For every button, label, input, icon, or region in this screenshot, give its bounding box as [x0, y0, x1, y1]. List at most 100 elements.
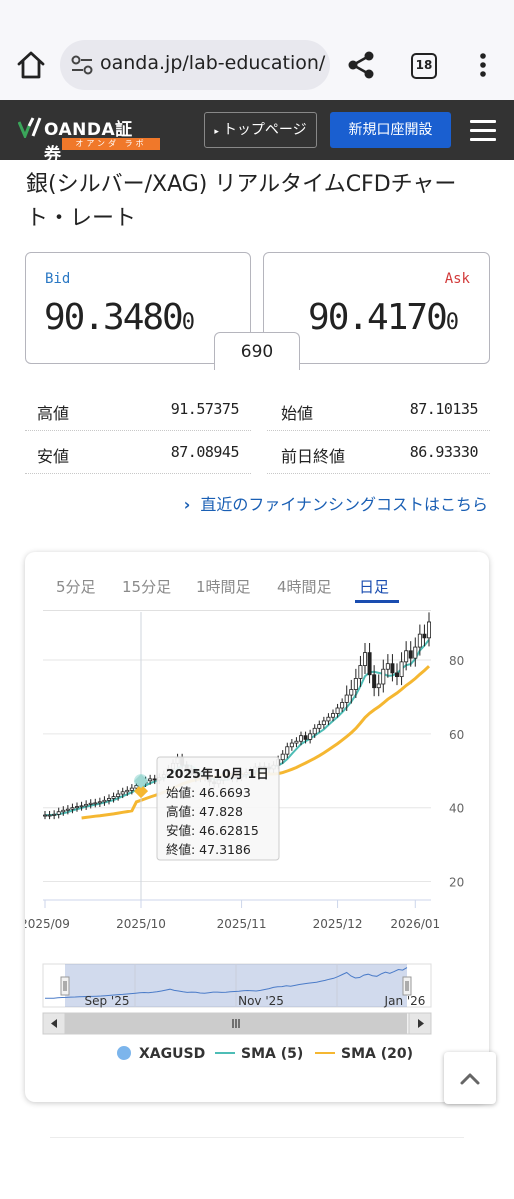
- oanda-logo[interactable]: OANDA証券 オアンダ ラボ: [18, 114, 160, 165]
- candle[interactable]: [353, 678, 358, 690]
- share-icon[interactable]: [346, 50, 376, 80]
- candle[interactable]: [70, 807, 75, 810]
- navigator-handle[interactable]: [60, 976, 70, 996]
- candle[interactable]: [120, 791, 125, 795]
- navigator-label: Nov '25: [238, 994, 284, 1008]
- candle[interactable]: [376, 683, 381, 689]
- candle[interactable]: [93, 802, 98, 805]
- candle[interactable]: [349, 689, 354, 696]
- stat-high-value: 91.57375: [170, 400, 240, 418]
- navigator-handle[interactable]: [402, 976, 412, 996]
- candle[interactable]: [413, 646, 418, 659]
- candle[interactable]: [97, 801, 102, 804]
- oanda-logo-icon: [18, 117, 42, 138]
- candle[interactable]: [344, 694, 349, 703]
- candle[interactable]: [107, 798, 112, 801]
- candle[interactable]: [285, 746, 290, 755]
- candle[interactable]: [298, 735, 303, 742]
- scroll-to-top-button[interactable]: [444, 1052, 496, 1104]
- candle[interactable]: [294, 740, 299, 744]
- bid-price: 90.34800: [44, 297, 195, 338]
- candle[interactable]: [330, 713, 335, 718]
- candle[interactable]: [417, 633, 422, 648]
- candle[interactable]: [129, 787, 134, 791]
- legend-sma20[interactable]: SMA (20): [315, 1046, 413, 1062]
- candle[interactable]: [116, 793, 121, 798]
- candle[interactable]: [111, 796, 116, 799]
- top-page-button[interactable]: ▸ トップページ: [204, 112, 317, 148]
- legend-xagusd[interactable]: XAGUSD: [117, 1046, 205, 1062]
- home-icon[interactable]: [14, 48, 48, 82]
- candle[interactable]: [399, 661, 404, 678]
- candle[interactable]: [404, 650, 409, 663]
- candle[interactable]: [65, 808, 70, 811]
- candle[interactable]: [312, 727, 317, 735]
- stat-prev-close: 前日終値 86.93330: [267, 431, 490, 474]
- open-account-button[interactable]: 新規口座開設: [330, 112, 451, 148]
- candle[interactable]: [326, 716, 331, 722]
- candle[interactable]: [280, 753, 285, 761]
- candle[interactable]: [52, 813, 57, 816]
- candle[interactable]: [102, 799, 107, 803]
- chart-card: 5分足 15分足 1時間足 4時間足 日足 20 40 60 80 2025/09 202…: [25, 552, 489, 1102]
- candle[interactable]: [422, 633, 427, 639]
- tooltip-value: 始値: 46.6693: [166, 785, 251, 800]
- candle[interactable]: [303, 735, 308, 740]
- candle[interactable]: [47, 814, 52, 817]
- candle[interactable]: [408, 650, 413, 659]
- candle[interactable]: [79, 805, 84, 808]
- logo-subtitle: オアンダ ラボ: [62, 138, 160, 150]
- y-tick-label: 20: [449, 876, 464, 890]
- candle[interactable]: [367, 652, 372, 676]
- spread-value: 690: [214, 332, 300, 370]
- top-page-label: トップページ: [222, 122, 307, 138]
- stat-low-value: 87.08945: [170, 443, 240, 461]
- candle[interactable]: [340, 702, 345, 709]
- candle[interactable]: [426, 621, 431, 639]
- tooltip-value: 終値: 47.3186: [166, 842, 251, 857]
- candle[interactable]: [84, 803, 89, 807]
- candle[interactable]: [148, 778, 153, 782]
- legend-sma5[interactable]: SMA (5): [215, 1046, 303, 1062]
- candle[interactable]: [317, 724, 322, 729]
- hamburger-menu-icon[interactable]: [470, 120, 496, 142]
- ask-price-main: 90.4170: [308, 297, 448, 338]
- candle[interactable]: [381, 668, 386, 685]
- stats-row-2: 安値 87.08945 前日終値 86.93330: [25, 431, 490, 474]
- legend-sma20-marker: [315, 1052, 335, 1054]
- candle[interactable]: [335, 707, 340, 714]
- legend-sma5-label: SMA (5): [241, 1046, 304, 1062]
- stat-prev-close-label: 前日終値: [281, 447, 346, 466]
- candle[interactable]: [61, 809, 66, 813]
- candle[interactable]: [56, 811, 61, 815]
- footer-divider: [50, 1137, 464, 1138]
- y-tick-label: 80: [449, 654, 464, 668]
- legend-xagusd-marker: [117, 1046, 131, 1060]
- candle[interactable]: [88, 802, 93, 805]
- more-options-icon[interactable]: [474, 50, 492, 80]
- candle[interactable]: [308, 733, 313, 740]
- tab-switcher-button[interactable]: 18: [411, 53, 437, 79]
- candle[interactable]: [394, 672, 399, 678]
- ask-price: 90.41700: [308, 297, 459, 338]
- bid-price-main: 90.3480: [44, 297, 184, 338]
- candle[interactable]: [362, 652, 367, 666]
- price-chart[interactable]: 20 40 60 80 2025/09 2025/10 2025/11 2025/12 2026…: [25, 552, 489, 1102]
- url-bar[interactable]: oanda.jp/lab-education/: [60, 40, 330, 90]
- y-tick-label: 60: [449, 728, 464, 742]
- candle[interactable]: [42, 814, 47, 817]
- candle[interactable]: [358, 665, 363, 679]
- candle[interactable]: [125, 789, 130, 793]
- candle[interactable]: [390, 663, 395, 674]
- ask-label: Ask: [444, 271, 470, 287]
- candle[interactable]: [372, 674, 377, 689]
- site-settings-icon[interactable]: [70, 54, 94, 76]
- stat-open: 始値 87.10135: [267, 388, 490, 431]
- candle[interactable]: [289, 742, 294, 748]
- candle[interactable]: [75, 806, 80, 809]
- financing-cost-link[interactable]: › 直近のファイナンシングコストはこちら: [184, 491, 488, 515]
- browser-toolbar: oanda.jp/lab-education/ 18: [0, 0, 514, 100]
- candle[interactable]: [321, 720, 326, 726]
- candle[interactable]: [152, 778, 157, 781]
- candle[interactable]: [385, 663, 390, 670]
